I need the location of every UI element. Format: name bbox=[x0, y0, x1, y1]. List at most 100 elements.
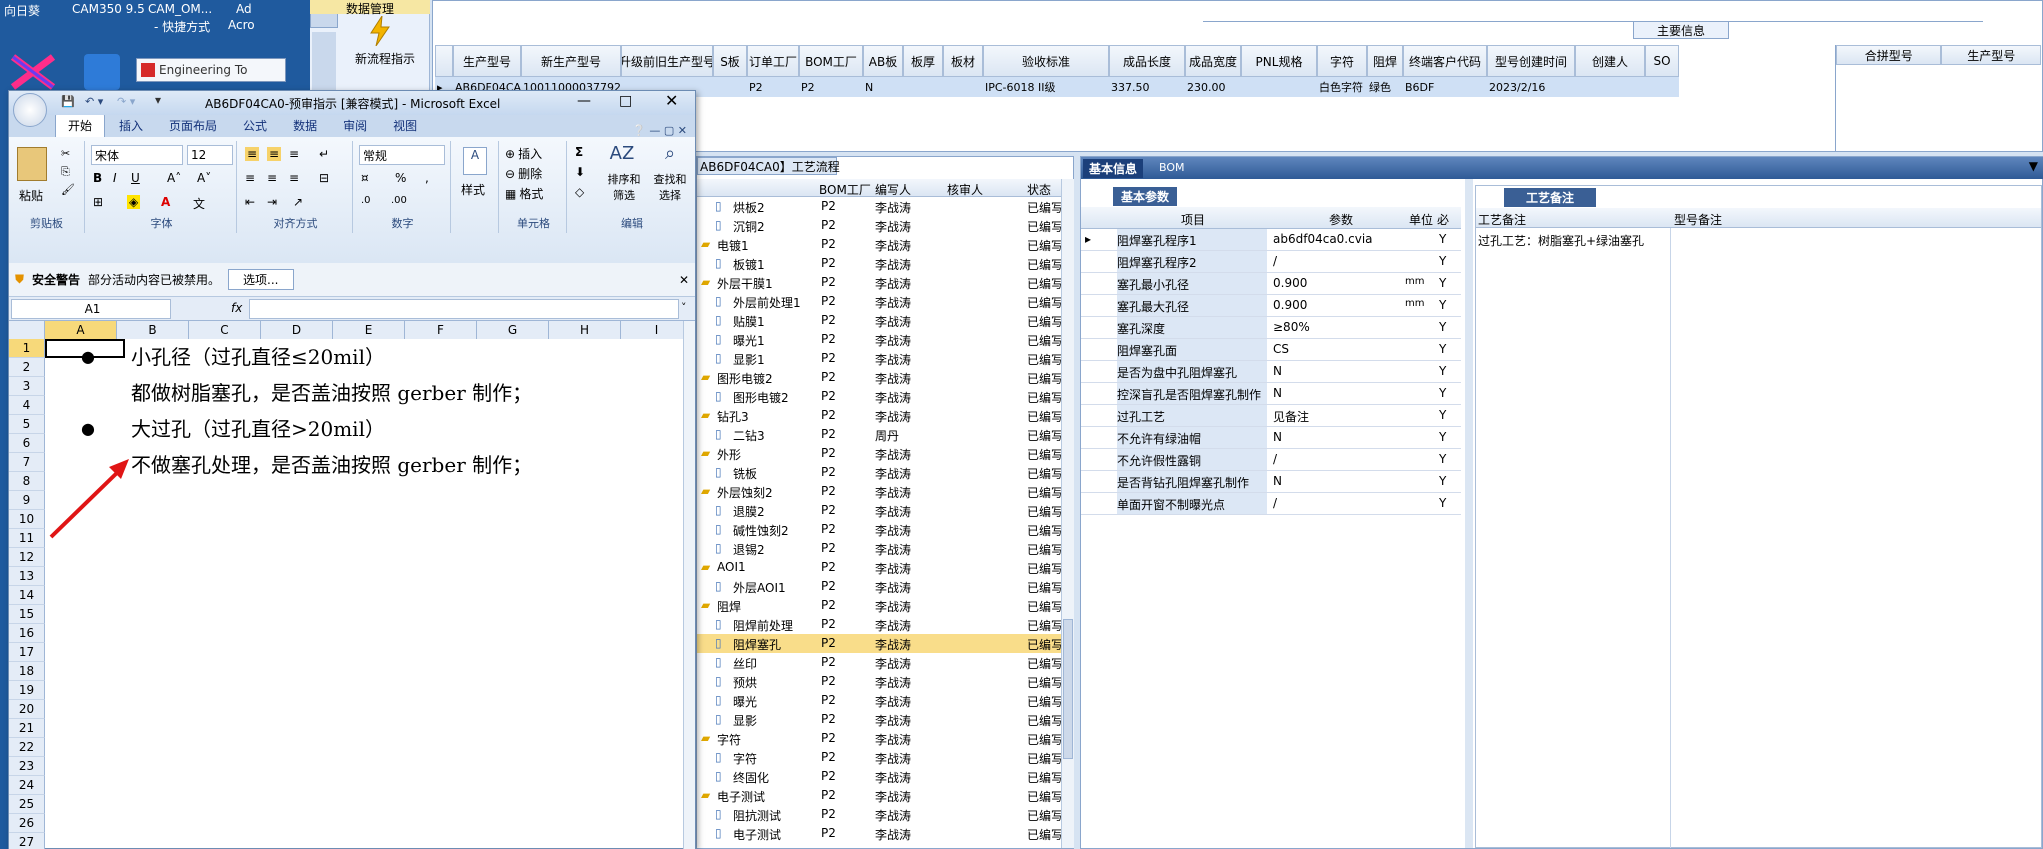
param-value[interactable]: N bbox=[1273, 386, 1282, 400]
flow-row[interactable]: ▯ 显影1 P2 李战涛 已编写 bbox=[697, 349, 1065, 368]
align-left-icon[interactable]: ≡ bbox=[245, 171, 255, 185]
param-value[interactable]: 0.900 bbox=[1273, 298, 1307, 312]
flow-row[interactable]: ▰ 外层蚀刻2 P2 李战涛 已编写 bbox=[697, 482, 1065, 501]
sheet-scrollbar[interactable] bbox=[683, 321, 695, 849]
flow-row[interactable]: ▯ 铣板 P2 李战涛 已编写 bbox=[697, 463, 1065, 482]
param-row[interactable]: 塞孔最小孔径 0.900 mm Y bbox=[1081, 273, 1461, 295]
row-header[interactable]: 26 bbox=[9, 814, 45, 833]
font-name-select[interactable]: 宋体 bbox=[91, 145, 183, 165]
column-header[interactable]: 生产型号 bbox=[453, 45, 521, 77]
column-header[interactable]: C bbox=[189, 321, 261, 339]
percent-icon[interactable]: % bbox=[395, 171, 406, 185]
column-header[interactable]: 升级前旧生产型号 bbox=[621, 45, 713, 77]
flow-row[interactable]: ▯ 阻焊前处理 P2 李战涛 已编写 bbox=[697, 615, 1065, 634]
param-row[interactable]: 塞孔最大孔径 0.900 mm Y bbox=[1081, 295, 1461, 317]
column-header[interactable]: B bbox=[117, 321, 189, 339]
styles-button[interactable]: 样式 bbox=[461, 181, 485, 198]
param-row[interactable]: 阻焊塞孔程序2 / Y bbox=[1081, 251, 1461, 273]
flow-row[interactable]: ▯ 板镀1 P2 李战涛 已编写 bbox=[697, 254, 1065, 273]
tab-review[interactable]: 审阅 bbox=[331, 114, 379, 137]
param-row[interactable]: 塞孔深度 ≥80% Y bbox=[1081, 317, 1461, 339]
column-header[interactable]: 验收标准 bbox=[983, 45, 1109, 77]
notes-tab[interactable]: 工艺备注 bbox=[1504, 188, 1597, 207]
tab-data[interactable]: 数据 bbox=[281, 114, 329, 137]
flow-row[interactable]: ▯ 终固化 P2 李战涛 已编写 bbox=[697, 767, 1065, 786]
security-options-button[interactable]: 选项... bbox=[228, 269, 294, 290]
flow-row[interactable]: ▯ 二钻3 P2 周丹 已编写 bbox=[697, 425, 1065, 444]
taskbar-window-engineering[interactable]: Engineering To bbox=[136, 58, 286, 82]
select-all-corner[interactable] bbox=[9, 321, 45, 339]
customize-qat-icon[interactable]: ▾ bbox=[155, 93, 161, 107]
column-header[interactable]: AB板 bbox=[863, 45, 903, 77]
grid-cell[interactable]: P2 bbox=[799, 77, 863, 97]
row-header[interactable]: 27 bbox=[9, 833, 45, 849]
row-header[interactable]: 10 bbox=[9, 510, 45, 529]
row-header[interactable]: 1 bbox=[9, 339, 45, 358]
param-row[interactable]: ▸ 阻焊塞孔程序1 ab6df04ca0.cvia Y bbox=[1081, 229, 1461, 251]
row-header[interactable]: 12 bbox=[9, 548, 45, 567]
flow-row[interactable]: ▯ 阻焊塞孔 P2 李战涛 已编写 bbox=[697, 634, 1065, 653]
column-header[interactable]: F bbox=[405, 321, 477, 339]
flow-row[interactable]: ▰ 外层干膜1 P2 李战涛 已编写 bbox=[697, 273, 1065, 292]
flow-row[interactable]: ▯ 烘板2 P2 李战涛 已编写 bbox=[697, 197, 1065, 216]
scroll-thumb[interactable] bbox=[1063, 619, 1073, 759]
orientation-icon[interactable]: ↗ bbox=[293, 195, 303, 209]
param-value[interactable]: ≥80% bbox=[1273, 320, 1310, 334]
phonetic-icon[interactable]: 文 bbox=[193, 195, 205, 212]
shrink-font-icon[interactable]: A˅ bbox=[197, 171, 211, 185]
grid-cell[interactable]: B6DF bbox=[1403, 77, 1487, 97]
binoculars-icon[interactable]: ⌕ bbox=[653, 143, 687, 171]
param-row[interactable]: 是否为盘中孔阻焊塞孔 N Y bbox=[1081, 361, 1461, 383]
quick-save-icon[interactable]: 💾 bbox=[61, 95, 75, 108]
flow-row[interactable]: ▯ 图形电镀2 P2 李战涛 已编写 bbox=[697, 387, 1065, 406]
grid-cell[interactable] bbox=[1575, 77, 1645, 97]
grid-cell[interactable]: 白色字符 bbox=[1317, 77, 1367, 97]
flow-row[interactable]: ▰ 钻孔3 P2 李战涛 已编写 bbox=[697, 406, 1065, 425]
column-header[interactable]: 板厚 bbox=[903, 45, 943, 77]
flow-row[interactable]: ▰ 电子测试 P2 李战涛 已编写 bbox=[697, 786, 1065, 805]
row-header[interactable]: 19 bbox=[9, 681, 45, 700]
tab-home[interactable]: 开始 bbox=[55, 113, 106, 137]
param-row[interactable]: 控深盲孔是否阻焊塞孔制作 N Y bbox=[1081, 383, 1461, 405]
name-box[interactable]: A1 bbox=[11, 299, 171, 319]
decrease-indent-icon[interactable]: ⇤ bbox=[245, 195, 255, 209]
row-header[interactable]: 9 bbox=[9, 491, 45, 510]
insert-label[interactable]: 插入 bbox=[518, 145, 542, 162]
underline-button[interactable]: U bbox=[131, 171, 140, 185]
row-header[interactable]: 23 bbox=[9, 757, 45, 776]
column-header[interactable]: E bbox=[333, 321, 405, 339]
align-right-icon[interactable]: ≡ bbox=[289, 171, 299, 185]
desktop-icon-label[interactable]: Ad bbox=[236, 2, 252, 16]
flow-row[interactable]: ▯ 外层前处理1 P2 李战涛 已编写 bbox=[697, 292, 1065, 311]
row-header[interactable]: 3 bbox=[9, 377, 45, 396]
grid-cell[interactable] bbox=[713, 77, 747, 97]
nav-data-mgmt[interactable]: 数据管理 bbox=[310, 0, 430, 16]
delete-label[interactable]: 删除 bbox=[518, 165, 542, 182]
formula-input[interactable] bbox=[249, 299, 679, 319]
flow-row[interactable]: ▯ 贴膜1 P2 李战涛 已编写 bbox=[697, 311, 1065, 330]
grid-cell[interactable]: IPC-6018 II级 bbox=[983, 77, 1109, 97]
decrease-decimal-icon[interactable]: .00 bbox=[391, 195, 407, 206]
flow-row[interactable]: ▯ 曝光 P2 李战涛 已编写 bbox=[697, 691, 1065, 710]
flow-row[interactable]: ▰ 字符 P2 李战涛 已编写 bbox=[697, 729, 1065, 748]
align-top-icon[interactable]: ≡ bbox=[245, 147, 260, 161]
grid-cell[interactable] bbox=[1645, 77, 1679, 97]
flow-row[interactable]: ▯ 显影 P2 李战涛 已编写 bbox=[697, 710, 1065, 729]
grid-cell[interactable]: P2 bbox=[747, 77, 799, 97]
param-value[interactable]: ab6df04ca0.cvia bbox=[1273, 232, 1373, 246]
flow-row[interactable]: ▯ 沉铜2 P2 李战涛 已编写 bbox=[697, 216, 1065, 235]
desktop-icon-label[interactable]: CAM_OM... bbox=[148, 2, 212, 16]
grid-cell[interactable]: 2023/2/16 bbox=[1487, 77, 1575, 97]
clear-icon[interactable]: ◇ bbox=[575, 185, 584, 199]
param-value[interactable]: N bbox=[1273, 430, 1282, 444]
param-row[interactable]: 过孔工艺 见备注 Y bbox=[1081, 405, 1461, 427]
row-header[interactable]: 2 bbox=[9, 358, 45, 377]
align-middle-icon[interactable]: ≡ bbox=[267, 147, 282, 161]
italic-button[interactable]: I bbox=[113, 171, 117, 185]
param-value[interactable]: 0.900 bbox=[1273, 276, 1307, 290]
row-header[interactable]: 7 bbox=[9, 453, 45, 472]
styles-icon[interactable]: A bbox=[463, 147, 487, 175]
flow-row[interactable]: ▯ 外层AOI1 P2 李战涛 已编写 bbox=[697, 577, 1065, 596]
increase-indent-icon[interactable]: ⇥ bbox=[267, 195, 277, 209]
flow-scrollbar[interactable] bbox=[1061, 179, 1074, 848]
